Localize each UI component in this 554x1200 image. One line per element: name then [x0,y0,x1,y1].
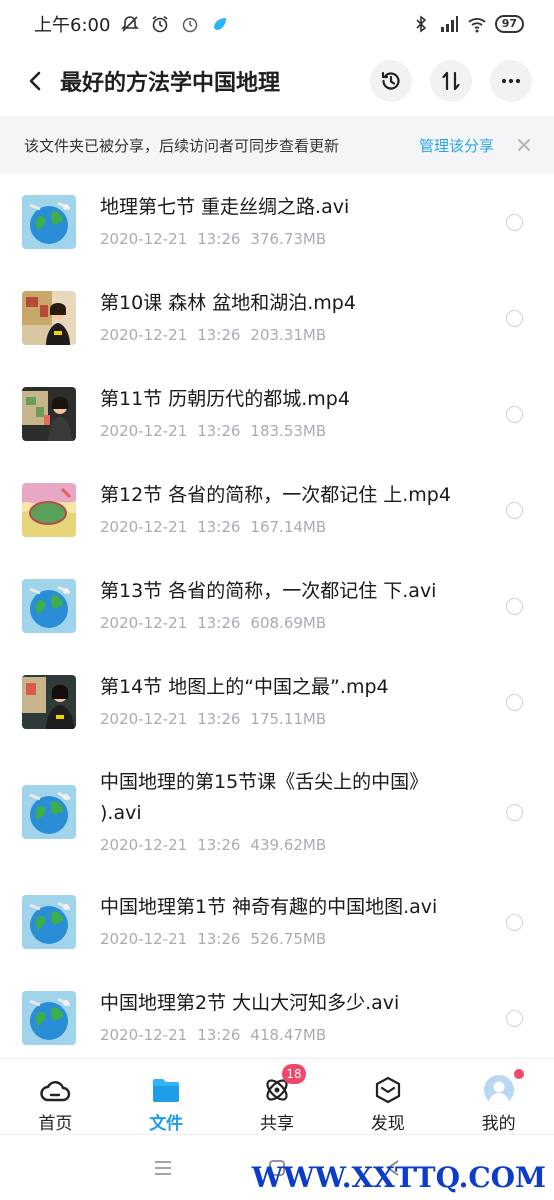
nav-label: 首页 [38,1114,73,1134]
file-row[interactable]: 地理第七节 重走丝绸之路.avi 2020-12-21 13:26 376.73MB [0,174,554,270]
nav-label: 共享 [259,1114,294,1134]
select-radio[interactable] [506,502,523,519]
teacher-video-thumbnail [22,387,76,441]
file-name: 第11节 历朝历代的都城.mp4 [100,388,350,410]
file-name: 中国地理的第15节课《舌尖上的中国》 ).avi [100,771,429,824]
file-meta: 2020-12-21 13:26 203.31MB [100,326,327,344]
file-meta: 2020-12-21 13:26 376.73MB [100,230,327,248]
file-meta: 2020-12-21 13:26 526.75MB [100,930,327,948]
bottom-nav: 首页 文件 18 共享 发现 我的 [0,1058,554,1134]
select-radio[interactable] [506,214,523,231]
back-button[interactable] [16,61,56,101]
alarm-icon [152,15,168,33]
select-radio[interactable] [506,694,523,711]
more-icon [501,78,521,84]
sort-button[interactable] [430,60,472,102]
share-badge: 18 [281,1064,306,1084]
nav-home[interactable]: 首页 [0,1059,111,1134]
nav-share[interactable]: 18 共享 [222,1059,333,1134]
file-name: 中国地理第2节 大山大河知多少.avi [100,992,400,1014]
close-icon[interactable] [516,137,532,153]
notification-dot [513,1069,524,1079]
file-name: 第13节 各省的简称，一次都记住 下.avi [100,580,437,602]
file-row[interactable]: 第14节 地图上的“中国之最”.mp4 2020-12-21 13:26 175.1… [0,654,554,750]
status-bar: 上午6:00 97 [0,0,554,48]
select-radio[interactable] [506,804,523,821]
file-name: 地理第七节 重走丝绸之路.avi [100,196,350,218]
file-name: 第12节 各省的简称，一次都记住 上.mp4 [100,484,451,506]
more-button[interactable] [490,60,532,102]
globe-video-thumbnail [22,991,76,1045]
bluetooth-icon [416,15,426,33]
sort-icon [442,71,460,91]
folder-icon [153,1079,180,1102]
signal-icon [440,16,458,32]
history-icon [381,71,400,90]
file-meta: 2020-12-21 13:26 175.11MB [100,710,327,728]
file-meta: 2020-12-21 13:26 167.14MB [100,518,327,536]
file-row[interactable]: 第12节 各省的简称，一次都记住 上.mp4 2020-12-21 13:26 16… [0,462,554,558]
share-banner-text: 该文件夹已被分享，后续访问者可同步查看更新 [24,136,340,155]
app-notification-icon [214,18,227,30]
file-meta: 2020-12-21 13:26 183.53MB [100,422,327,440]
status-time: 上午6:00 [34,15,111,36]
file-list: 地理第七节 重走丝绸之路.avi 2020-12-21 13:26 376.73MB… [0,174,554,1058]
file-name: 中国地理第1节 神奇有趣的中国地图.avi [100,896,438,918]
file-row[interactable]: 中国地理第1节 神奇有趣的中国地图.avi 2020-12-21 13:26 526… [0,874,554,970]
file-meta: 2020-12-21 13:26 608.69MB [100,614,327,632]
map-video-thumbnail [22,483,76,537]
nav-label: 发现 [370,1114,405,1134]
system-nav-bar: WWW.XXTTQ.COM [0,1134,554,1200]
file-name: 第10课 森林 盆地和湖泊.mp4 [100,292,356,314]
cloud-icon [40,1081,71,1102]
nav-discover[interactable]: 发现 [332,1059,443,1134]
globe-video-thumbnail [22,785,76,839]
mute-bell-icon [121,16,140,32]
file-meta: 2020-12-21 13:26 439.62MB [100,836,327,854]
select-radio[interactable] [506,310,523,327]
clock-icon [183,17,198,33]
globe-video-thumbnail [22,579,76,633]
teacher-video-thumbnail [22,675,76,729]
select-radio[interactable] [506,406,523,423]
nav-label: 我的 [481,1114,516,1134]
file-row[interactable]: 第10课 森林 盆地和湖泊.mp4 2020-12-21 13:26 203.31M… [0,270,554,366]
nav-label: 文件 [149,1114,184,1134]
page-title: 最好的方法学中国地理 [60,71,281,96]
wifi-icon [468,18,486,33]
watermark-text: WWW.XXTTQ.COM [251,1161,546,1194]
select-radio[interactable] [506,914,523,931]
manage-share-link[interactable]: 管理该分享 [419,135,494,156]
file-row[interactable]: 中国地理第2节 大山大河知多少.avi 2020-12-21 13:26 418.4… [0,970,554,1058]
globe-video-thumbnail [22,195,76,249]
file-row[interactable]: 第11节 历朝历代的都城.mp4 2020-12-21 13:26 183.53MB [0,366,554,462]
battery-indicator: 97 [494,15,524,33]
teacher-video-thumbnail [22,291,76,345]
header: 最好的方法学中国地理 [0,48,554,114]
share-banner: 该文件夹已被分享，后续访问者可同步查看更新 管理该分享 [0,116,554,174]
menu-icon[interactable] [154,1159,172,1177]
file-name: 第14节 地图上的“中国之最”.mp4 [100,676,389,698]
file-meta: 2020-12-21 13:26 418.47MB [100,1026,327,1044]
back-arrow-icon [29,71,41,91]
select-radio[interactable] [506,1010,523,1027]
select-radio[interactable] [506,598,523,615]
file-row[interactable]: 第13节 各省的简称，一次都记住 下.avi 2020-12-21 13:26 60… [0,558,554,654]
globe-video-thumbnail [22,895,76,949]
nav-files[interactable]: 文件 [111,1059,222,1134]
box-icon [375,1076,400,1104]
nav-me[interactable]: 我的 [443,1059,554,1134]
history-button[interactable] [370,60,412,102]
avatar-icon [483,1075,514,1105]
file-row[interactable]: 中国地理的第15节课《舌尖上的中国》 ).avi 2020-12-21 13:26… [0,750,554,874]
